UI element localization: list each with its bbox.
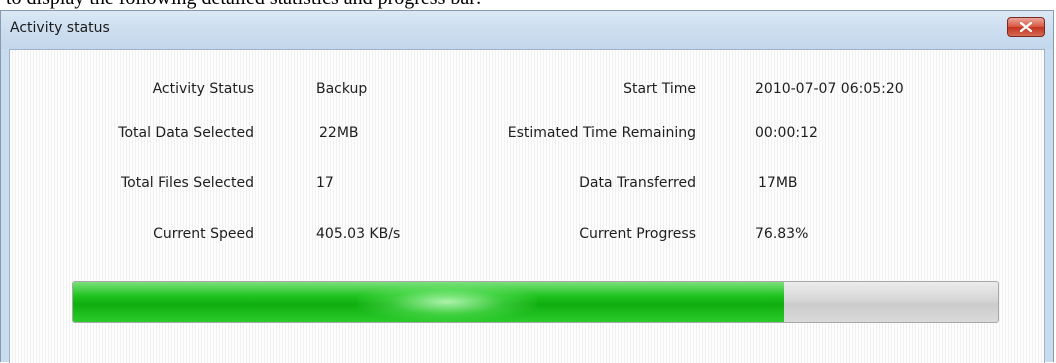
data-transferred-value: 17MB — [758, 175, 798, 191]
document-text-line: to display the following detailed statis… — [6, 0, 481, 8]
progress-bar-highlight — [357, 282, 538, 322]
total-files-selected-label: Total Files Selected — [120, 175, 254, 191]
dialog-body: Activity Status Backup Start Time 2010-0… — [9, 49, 1045, 363]
total-data-selected-label: Total Data Selected — [118, 125, 254, 141]
activity-status-dialog: Activity status Activity Status Backup S… — [0, 10, 1054, 363]
current-progress-value: 76.83% — [755, 226, 809, 242]
window-title: Activity status — [10, 20, 110, 36]
close-icon — [1020, 22, 1032, 32]
current-progress-label: Current Progress — [579, 226, 696, 242]
start-time-value: 2010-07-07 06:05:20 — [755, 81, 904, 97]
activity-status-value: Backup — [316, 81, 368, 97]
estimated-time-remaining-label: Estimated Time Remaining — [507, 125, 696, 141]
close-button[interactable] — [1007, 17, 1045, 37]
estimated-time-remaining-value: 00:00:12 — [755, 125, 818, 141]
data-transferred-label: Data Transferred — [579, 175, 696, 191]
current-speed-label: Current Speed — [153, 226, 254, 242]
current-speed-value: 405.03 KB/s — [316, 226, 401, 242]
total-data-selected-value: 22MB — [319, 125, 359, 141]
progress-bar — [72, 281, 999, 323]
total-files-selected-value: 17 — [316, 175, 334, 191]
progress-bar-fill — [73, 282, 784, 322]
start-time-label: Start Time — [623, 81, 696, 97]
title-bar: Activity status — [1, 11, 1053, 49]
activity-status-label: Activity Status — [152, 81, 254, 97]
